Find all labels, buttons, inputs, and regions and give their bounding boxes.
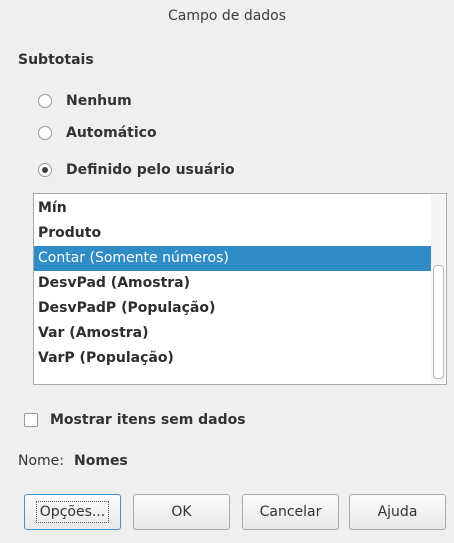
show-items-label: Mostrar itens sem dados: [50, 412, 246, 428]
radio-automatic-label: Automático: [66, 125, 157, 141]
list-item-min[interactable]: Mín: [34, 196, 431, 221]
list-scrollbar-thumb[interactable]: [433, 265, 444, 379]
list-item-product[interactable]: Produto: [34, 221, 431, 246]
radio-none-label: Nenhum: [66, 93, 132, 109]
options-button-label: Opções...: [35, 501, 110, 523]
cancel-button[interactable]: Cancelar: [242, 494, 339, 530]
dialog-title: Campo de dados: [167, 8, 287, 24]
cancel-button-label: Cancelar: [259, 504, 322, 520]
list-item-stdevp-population[interactable]: DesvPadP (População): [34, 296, 431, 321]
options-button[interactable]: Opções...: [24, 494, 121, 530]
name-label: Nome:: [18, 453, 65, 469]
list-item-stdev-sample[interactable]: DesvPad (Amostra): [34, 271, 431, 296]
name-value: Nomes: [74, 453, 128, 469]
radio-none-indicator[interactable]: [38, 94, 52, 108]
help-button-label: Ajuda: [377, 504, 418, 520]
list-item-varp-population[interactable]: VarP (População): [34, 346, 431, 371]
ok-button[interactable]: OK: [133, 494, 230, 530]
data-field-dialog: Campo de dados Subtotais Nenhum Automáti…: [0, 0, 454, 543]
radio-none[interactable]: Nenhum: [38, 91, 132, 111]
radio-user-defined[interactable]: Definido pelo usuário: [38, 160, 235, 180]
ok-button-label: OK: [171, 504, 192, 520]
subtotals-label: Subtotais: [18, 52, 94, 68]
list-scrollbar[interactable]: [431, 195, 445, 383]
name-row: Nome: Nomes: [18, 453, 128, 469]
help-button[interactable]: Ajuda: [349, 494, 446, 530]
radio-automatic[interactable]: Automático: [38, 123, 157, 143]
radio-automatic-indicator[interactable]: [38, 126, 52, 140]
show-items-without-data[interactable]: Mostrar itens sem dados: [24, 410, 246, 430]
show-items-checkbox[interactable]: [24, 413, 38, 427]
functions-listbox[interactable]: Mín Produto Contar (Somente números) Des…: [33, 193, 447, 385]
list-item-count-numbers[interactable]: Contar (Somente números): [34, 246, 431, 271]
radio-user-defined-indicator[interactable]: [38, 163, 52, 177]
functions-list: Mín Produto Contar (Somente números) Des…: [34, 196, 431, 371]
radio-user-defined-label: Definido pelo usuário: [66, 162, 235, 178]
list-item-var-sample[interactable]: Var (Amostra): [34, 321, 431, 346]
